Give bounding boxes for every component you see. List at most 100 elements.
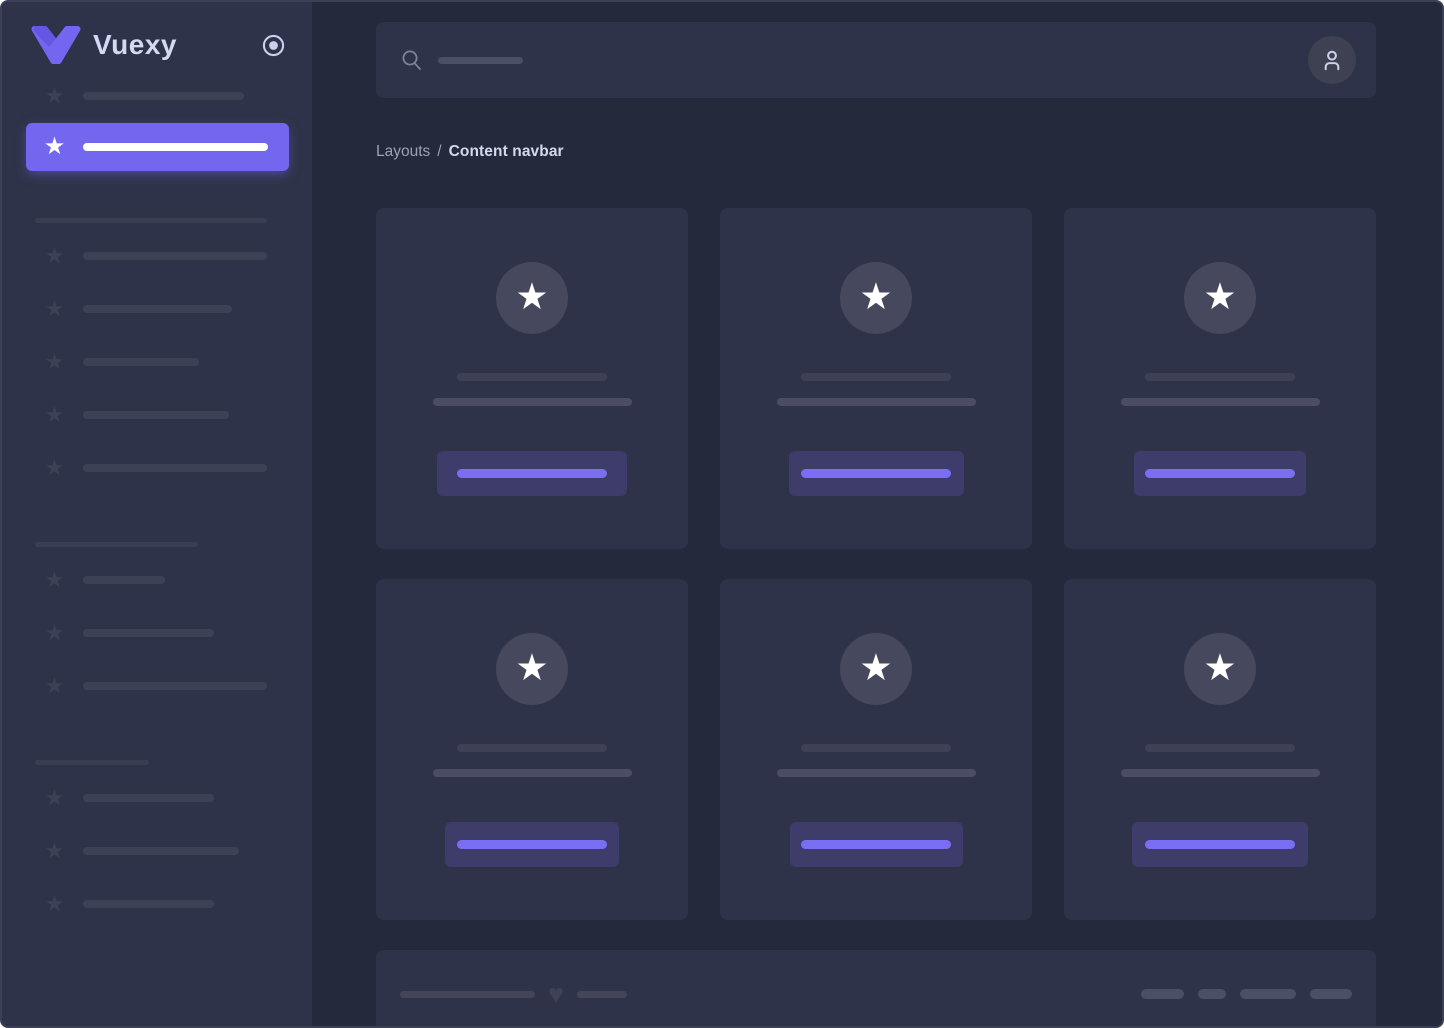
footer-right <box>1141 989 1352 999</box>
menu-item-label-placeholder <box>83 682 267 690</box>
radio-circle-icon[interactable] <box>261 33 286 58</box>
sidebar-item[interactable]: ★ <box>26 229 289 282</box>
search-navbar <box>376 22 1376 98</box>
star-icon: ★ <box>42 893 67 915</box>
card-action-button[interactable] <box>445 822 619 867</box>
button-label-placeholder <box>457 840 607 849</box>
menu-section-placeholder <box>35 542 198 547</box>
menu-item-label-placeholder <box>83 464 267 472</box>
star-icon: ★ <box>42 135 67 159</box>
card-action-button[interactable] <box>437 451 627 496</box>
breadcrumb-parent[interactable]: Layouts <box>376 143 430 160</box>
app-window: Vuexy ★ ★ ★ ★ ★ ★ ★ ★ ★ ★ ★ ★ ★ <box>0 0 1444 1028</box>
star-avatar: ★ <box>496 262 568 334</box>
sidebar-item[interactable]: ★ <box>26 282 289 335</box>
search-icon <box>400 48 424 72</box>
menu-item-label-placeholder <box>83 358 199 366</box>
card-title-placeholder <box>801 373 951 381</box>
card-action-button[interactable] <box>1132 822 1308 867</box>
footer-text-placeholder <box>400 991 535 998</box>
card-subtitle-placeholder <box>1121 398 1320 406</box>
footer-link-placeholder[interactable] <box>1198 989 1226 999</box>
menu-item-label-placeholder <box>83 900 214 908</box>
brand: Vuexy <box>2 2 312 60</box>
breadcrumb-separator: / <box>437 143 441 160</box>
card: ★ <box>720 208 1032 549</box>
sidebar-item[interactable]: ★ <box>26 335 289 388</box>
sidebar-item[interactable]: ★ <box>26 553 289 606</box>
search-placeholder-bar <box>438 57 523 64</box>
star-avatar: ★ <box>840 262 912 334</box>
main-content: Layouts / Content navbar ★ ★ ★ ★ ★ ★ ♥ <box>312 2 1442 1026</box>
menu-section-placeholder <box>35 218 267 223</box>
button-label-placeholder <box>801 840 951 849</box>
sidebar-item[interactable]: ★ <box>26 824 289 877</box>
menu-item-label-placeholder <box>83 847 239 855</box>
sidebar-item[interactable]: ★ <box>26 771 289 824</box>
menu-item-label-placeholder <box>83 92 244 100</box>
sidebar-item[interactable]: ★ <box>26 388 289 441</box>
footer-link-placeholder[interactable] <box>1141 989 1184 999</box>
star-icon: ★ <box>515 278 548 315</box>
user-icon <box>1319 47 1345 73</box>
menu-section-placeholder <box>35 760 149 765</box>
star-icon: ★ <box>42 569 67 591</box>
card: ★ <box>1064 579 1376 920</box>
footer-text-placeholder <box>577 991 627 998</box>
star-icon: ★ <box>42 85 67 107</box>
card: ★ <box>376 579 688 920</box>
button-label-placeholder <box>1145 840 1295 849</box>
button-label-placeholder <box>801 469 951 478</box>
sidebar-item[interactable]: ★ <box>26 606 289 659</box>
star-icon: ★ <box>1203 278 1236 315</box>
footer: ♥ <box>376 950 1376 1028</box>
menu-item-label-placeholder <box>83 629 214 637</box>
card-title-placeholder <box>801 744 951 752</box>
vuexy-logo-icon <box>30 26 82 64</box>
sidebar-item[interactable]: ★ <box>26 877 289 930</box>
breadcrumb: Layouts / Content navbar <box>376 144 1376 160</box>
sidebar-menu: ★ ★ ★ ★ ★ ★ ★ ★ ★ ★ ★ ★ ★ <box>2 60 312 930</box>
star-icon: ★ <box>42 245 67 267</box>
star-avatar: ★ <box>496 633 568 705</box>
card: ★ <box>1064 208 1376 549</box>
footer-link-placeholder[interactable] <box>1310 989 1352 999</box>
card-title-placeholder <box>1145 373 1295 381</box>
star-icon: ★ <box>42 457 67 479</box>
star-icon: ★ <box>42 298 67 320</box>
menu-item-label-placeholder <box>83 305 232 313</box>
card-subtitle-placeholder <box>777 769 976 777</box>
star-avatar: ★ <box>1184 633 1256 705</box>
button-label-placeholder <box>457 469 607 478</box>
card-subtitle-placeholder <box>433 769 632 777</box>
star-icon: ★ <box>42 675 67 697</box>
menu-item-label-placeholder <box>83 143 268 151</box>
star-icon: ★ <box>42 622 67 644</box>
sidebar-item[interactable]: ★ <box>26 69 289 122</box>
search-input[interactable] <box>400 48 523 72</box>
sidebar: Vuexy ★ ★ ★ ★ ★ ★ ★ ★ ★ ★ ★ ★ ★ <box>2 2 312 1026</box>
vuexy-logo-icon[interactable] <box>30 26 82 64</box>
button-label-placeholder <box>1145 469 1295 478</box>
breadcrumb-current: Content navbar <box>449 143 564 160</box>
sidebar-item[interactable]: ★ <box>26 659 289 712</box>
star-icon: ★ <box>859 278 892 315</box>
menu-item-label-placeholder <box>83 411 229 419</box>
star-icon: ★ <box>42 787 67 809</box>
star-icon: ★ <box>42 351 67 373</box>
heart-icon: ♥ <box>548 981 564 1008</box>
card-title-placeholder <box>457 744 607 752</box>
footer-link-placeholder[interactable] <box>1240 989 1296 999</box>
star-avatar: ★ <box>840 633 912 705</box>
card-action-button[interactable] <box>790 822 963 867</box>
card-title-placeholder <box>457 373 607 381</box>
star-icon: ★ <box>515 649 548 686</box>
sidebar-item[interactable]: ★ <box>26 441 289 494</box>
user-avatar[interactable] <box>1308 36 1356 84</box>
sidebar-item-active[interactable]: ★ <box>26 123 289 171</box>
card-title-placeholder <box>1145 744 1295 752</box>
card-action-button[interactable] <box>1134 451 1306 496</box>
card-action-button[interactable] <box>789 451 964 496</box>
star-avatar: ★ <box>1184 262 1256 334</box>
card-subtitle-placeholder <box>1121 769 1320 777</box>
